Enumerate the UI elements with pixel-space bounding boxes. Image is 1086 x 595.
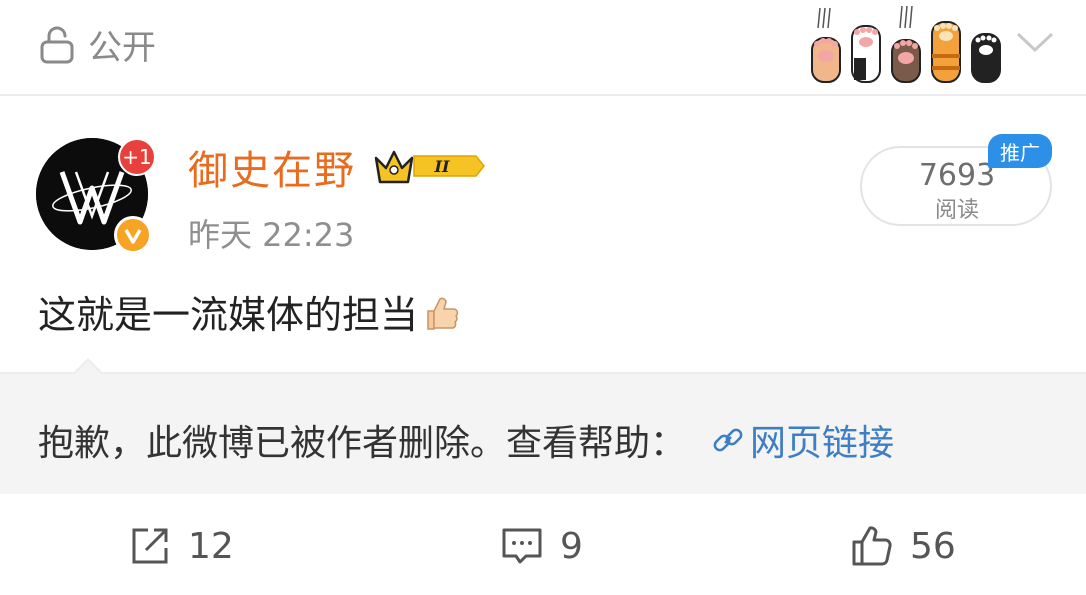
post-body: 这就是一流媒体的担当 [38,284,460,339]
post-timestamp: 昨天 22:23 [188,216,355,254]
level-label: II [434,157,450,176]
author-name[interactable]: 御史在野 [188,138,356,196]
like-count: 56 [910,525,956,567]
deleted-text: 抱歉，此微博已被作者删除。查看帮助： [38,423,687,464]
action-bar: 12 9 56 [0,496,1086,595]
link-icon [713,428,743,452]
cat-paws-icon [811,6,1001,83]
like-button[interactable]: 56 [850,524,956,568]
notification-badge-count: +1 [122,145,152,169]
read-label: 阅读 [934,198,979,223]
thumbs-up-icon [852,526,892,566]
deleted-message: 抱歉，此微博已被作者删除。查看帮助： 网页链接 [38,414,894,466]
comment-count: 9 [560,525,583,567]
repost-count: 12 [188,525,234,567]
post-text: 这就是一流媒体的担当 [38,293,419,337]
visibility-label: 公开 [88,27,156,68]
notification-badge: +1 [118,138,156,176]
post-topbar: 公开 [0,0,1086,96]
repost-icon [132,528,168,564]
comment-button[interactable]: 9 [500,524,583,568]
thumbs-up-emoji-icon [427,297,459,330]
notch-inner [74,361,102,375]
lock-icon [40,26,74,64]
comment-icon [502,528,542,564]
crown-level-badge-icon[interactable]: II [372,144,488,188]
chevron-down-icon[interactable] [1012,26,1058,56]
repost-button[interactable]: 12 [128,524,234,568]
deleted-repost-box: 抱歉，此微博已被作者删除。查看帮助： 网页链接 [0,372,1086,494]
promo-tag[interactable]: 推广 [988,134,1052,168]
verified-v-icon [114,216,152,254]
web-link-label: 网页链接 [750,423,895,464]
visibility-indicator[interactable]: 公开 [38,22,156,68]
web-link[interactable]: 网页链接 [710,414,894,466]
